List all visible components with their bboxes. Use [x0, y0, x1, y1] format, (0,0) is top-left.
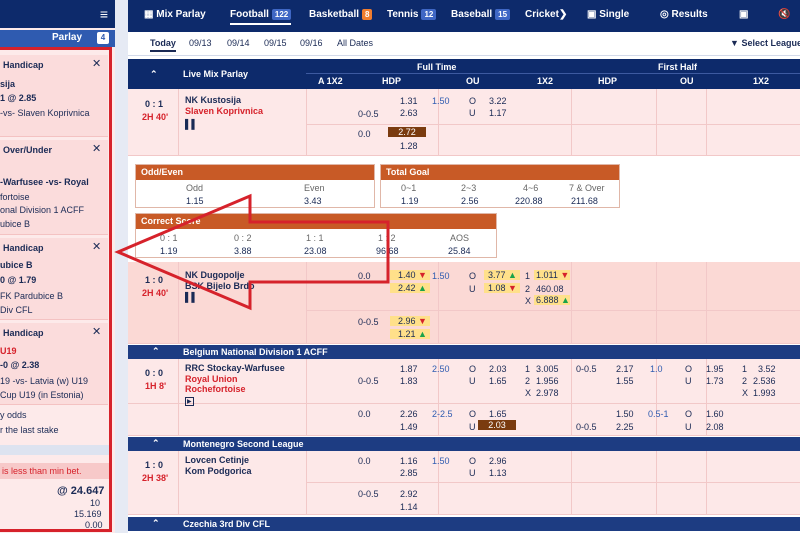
annotation-arrow-icon [114, 193, 390, 311]
